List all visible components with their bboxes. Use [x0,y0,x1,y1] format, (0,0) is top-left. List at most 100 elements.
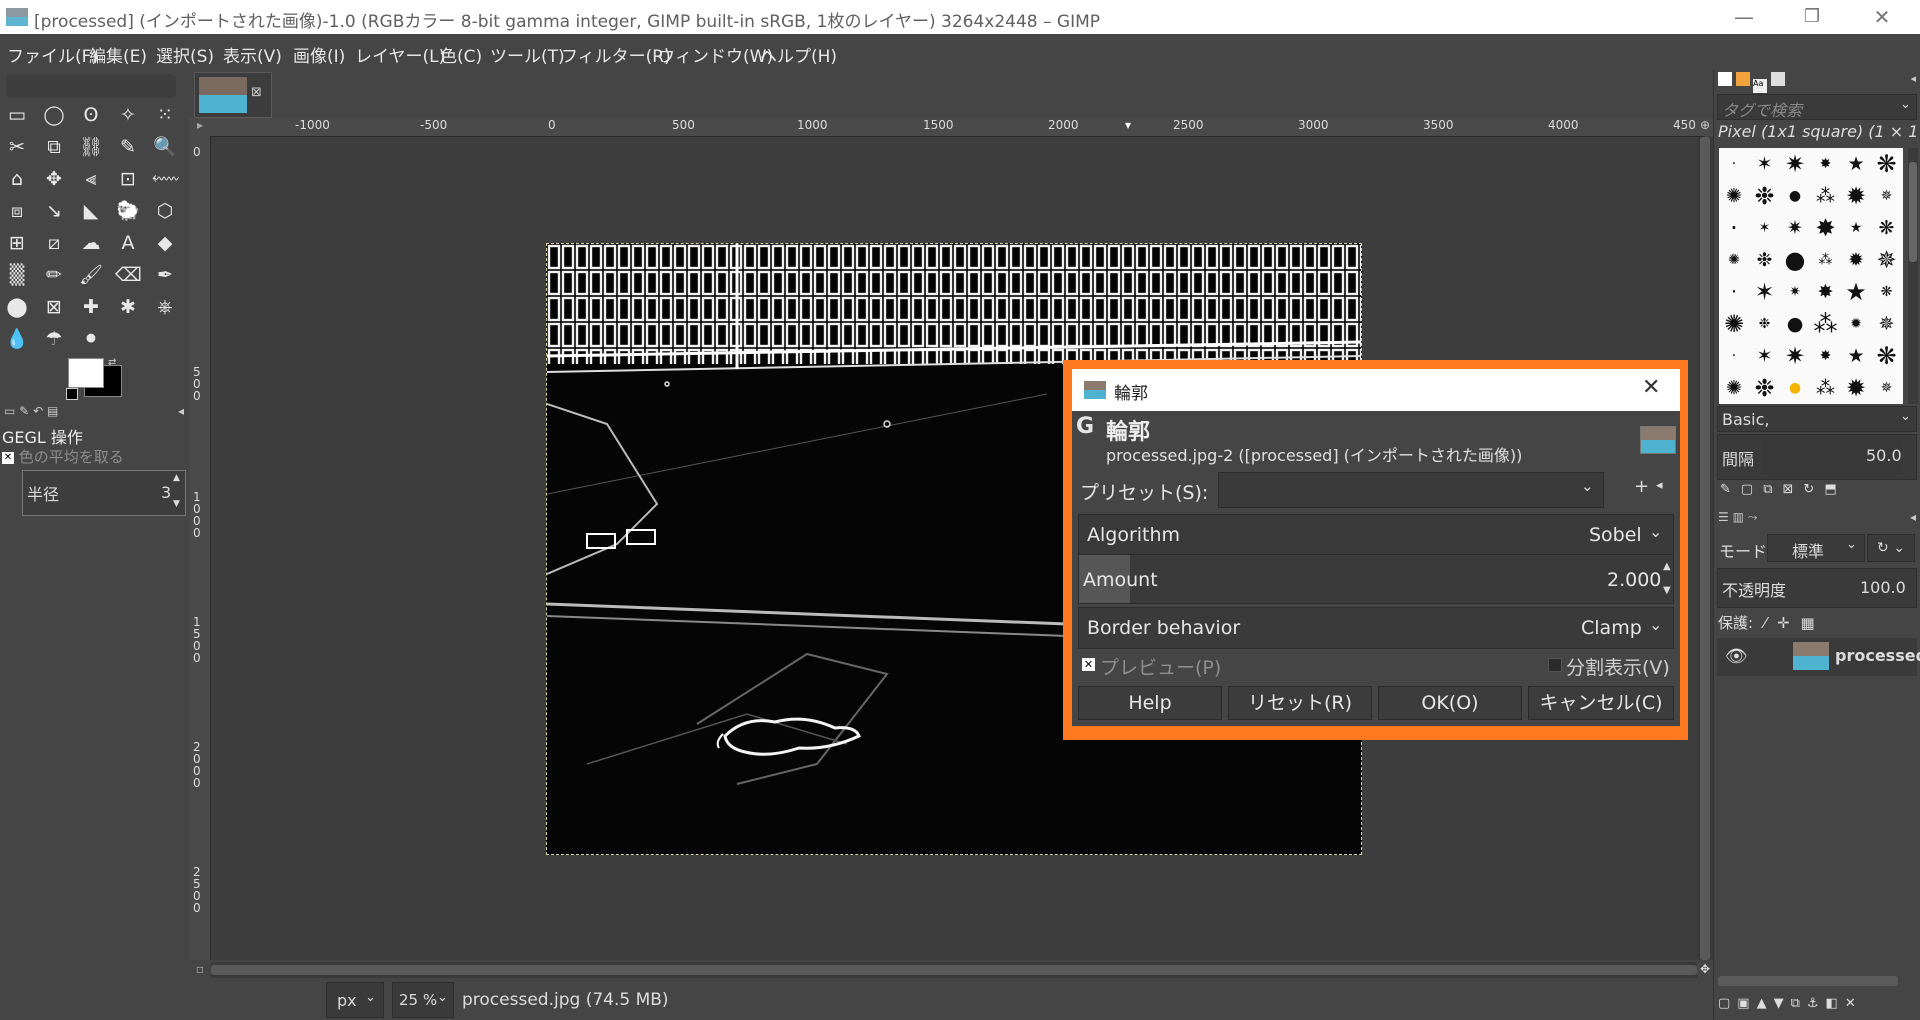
layers-horizontal-scroll[interactable] [1718,976,1898,986]
help-button[interactable]: Help [1078,686,1222,720]
brush-preview[interactable]: ⁂ [1811,180,1841,212]
zoom-image-when-window-size-changes-icon[interactable]: ⊕ [1697,118,1713,136]
brush-preview[interactable]: ✷ [1780,212,1810,244]
brush-scroll-thumb[interactable] [1909,162,1917,262]
menu-select[interactable]: 選択(S) [156,42,214,67]
brush-preview[interactable]: ✸ [1811,340,1841,372]
algorithm-selector[interactable]: Algorithm Sobel ⌄ [1078,514,1674,556]
brush-preview[interactable]: ❋ [1872,148,1902,180]
navigate-image-icon[interactable]: ✥ [1697,962,1713,978]
tool-button[interactable]: ⬡ [152,198,178,224]
spacing-spin-field[interactable]: 間隔 50.0 [1717,434,1917,480]
brush-preview[interactable]: ✺ [1719,180,1749,212]
ok-button[interactable]: OK(O) [1378,686,1522,720]
lower-layer-icon[interactable]: ▼ [1774,996,1791,1011]
tool-button[interactable]: ▒ [4,262,30,288]
vertical-scroll-thumb[interactable] [1700,137,1710,960]
brush-preview[interactable]: ✸ [1811,148,1841,180]
preset-selector[interactable]: ⌄ [1218,472,1604,508]
tool-button[interactable]: ⊡ [115,166,141,192]
unit-selector[interactable]: px ⌄ [326,982,384,1018]
tool-button[interactable]: ⚫ [78,326,104,352]
wilber-drop-area[interactable] [6,74,176,98]
visibility-eye-icon[interactable]: 👁 [1725,646,1748,667]
brushes-tab-icon[interactable] [1718,72,1732,86]
brush-preview[interactable]: ❉ [1750,308,1780,340]
brush-preview[interactable]: ● [1780,308,1810,340]
brush-preview[interactable]: · [1719,340,1749,372]
brush-preview[interactable]: ✺ [1719,308,1749,340]
dialog-close-icon[interactable]: ✕ [1642,375,1660,400]
tool-button[interactable]: ⧄ [41,230,67,256]
menu-file[interactable]: ファイル(F) [7,42,98,67]
brush-preview[interactable]: ✶ [1750,148,1780,180]
brush-preview[interactable]: ✶ [1750,340,1780,372]
spin-up-icon[interactable]: ▲ [1663,561,1671,572]
new-layer-icon[interactable]: ▢ [1718,996,1737,1011]
brush-preview[interactable]: ❋ [1872,276,1902,308]
delete-brush-icon[interactable]: ⊠ [1783,482,1804,497]
brush-preview[interactable]: ● [1780,244,1810,276]
swap-colors-icon[interactable]: ⇄ [108,358,118,368]
brush-preview[interactable]: ✵ [1872,308,1902,340]
default-colors-icon[interactable] [66,388,78,400]
close-window-button[interactable]: ✕ [1852,0,1912,34]
menu-view[interactable]: 表示(V) [223,42,282,67]
tool-button[interactable]: 🔍 [152,134,178,160]
tool-button[interactable]: ◆ [152,230,178,256]
image-tab[interactable]: ⊠ [194,72,272,118]
layers-tab-icon[interactable]: ☰ [1718,510,1729,524]
tool-button[interactable]: ⁙ [152,102,178,128]
duplicate-layer-icon[interactable]: ⧉ [1791,996,1807,1011]
tool-button[interactable]: ✚ [78,294,104,320]
tool-button[interactable]: 💧 [4,326,30,352]
brush-preview[interactable]: ✶ [1750,276,1780,308]
patterns-tab-icon[interactable] [1735,72,1750,86]
tool-button[interactable]: ✎ [115,134,141,160]
document-history-tab-icon[interactable] [1770,72,1785,86]
tool-button[interactable]: ✏ [41,262,67,288]
operation-checkbox[interactable]: ✕ [2,451,14,464]
brush-preview[interactable]: ✹ [1841,244,1871,276]
tool-button[interactable]: ◣ [78,198,104,224]
brush-preview[interactable]: ★ [1841,276,1871,308]
brush-preview[interactable]: ✷ [1780,276,1810,308]
menu-tools[interactable]: ツール(T) [490,42,565,67]
tool-button[interactable]: ▭ [4,102,30,128]
vertical-scrollbar[interactable] [1697,137,1713,960]
tool-button[interactable]: ⌫ [115,262,142,288]
fonts-tab-icon[interactable]: Aa [1753,79,1767,93]
brush-grid[interactable]: · ✶ ✷ ✸ ★ ❋ ✺ ❉ ● ⁂ ✹ ✵ · ✶ ✷ ✸ ★ ❋ ✺ ❉ ● ⁂ ✹ ✵ · ✶ ✷ ✸ ★ ❋ ✺ ❉ ● ⁂ ✹ ✵ · ✶ ✷ ✸… [1719,148,1903,404]
brush-preview[interactable]: ✺ [1719,372,1749,404]
lock-position-icon[interactable]: ✛ [1777,614,1790,632]
brush-preview[interactable]: ❋ [1872,340,1902,372]
menu-image[interactable]: 画像(I) [293,42,345,67]
tool-button[interactable]: A [115,230,141,256]
tool-button[interactable]: 🖌 [78,262,104,288]
vertical-ruler[interactable]: 0 5 0 0 1 0 0 0 1 5 0 0 2 0 0 0 2 5 0 0 [190,136,211,960]
brush-preview[interactable]: ⁂ [1811,372,1841,404]
brush-preview[interactable]: · [1719,148,1749,180]
menu-filters[interactable]: フィルター(R) [561,42,671,67]
menu-edit[interactable]: 編集(E) [89,42,147,67]
brush-preview[interactable]: ❉ [1750,180,1780,212]
tool-button[interactable]: ↘ [41,198,67,224]
spin-up-icon[interactable]: ▲ [173,473,180,483]
tool-button[interactable]: ⊞ [4,230,30,256]
reset-button[interactable]: リセット(R) [1228,686,1372,720]
configure-tab-icon[interactable]: ◂ [1910,72,1916,85]
tool-button[interactable]: ✂ [4,134,30,160]
brush-preview[interactable]: · [1719,276,1749,308]
edit-brush-icon[interactable]: ✎ [1720,482,1741,497]
split-view-checkbox[interactable] [1548,658,1562,672]
tool-button[interactable]: ⬤ [4,294,30,320]
image-tab-close-icon[interactable]: ⊠ [251,85,262,100]
radius-spin-field[interactable]: 半径 3 ▲ ▼ [22,470,186,516]
tool-button[interactable]: ◯ [41,102,67,128]
tool-button[interactable]: ☂ [41,326,67,352]
tool-button[interactable]: ✧ [115,102,141,128]
new-layer-group-icon[interactable]: ▣ [1737,996,1756,1011]
brush-preview[interactable]: ✹ [1841,372,1871,404]
images-tab-icon[interactable]: ▤ [47,404,58,418]
horizontal-scrollbar[interactable] [211,962,1697,978]
